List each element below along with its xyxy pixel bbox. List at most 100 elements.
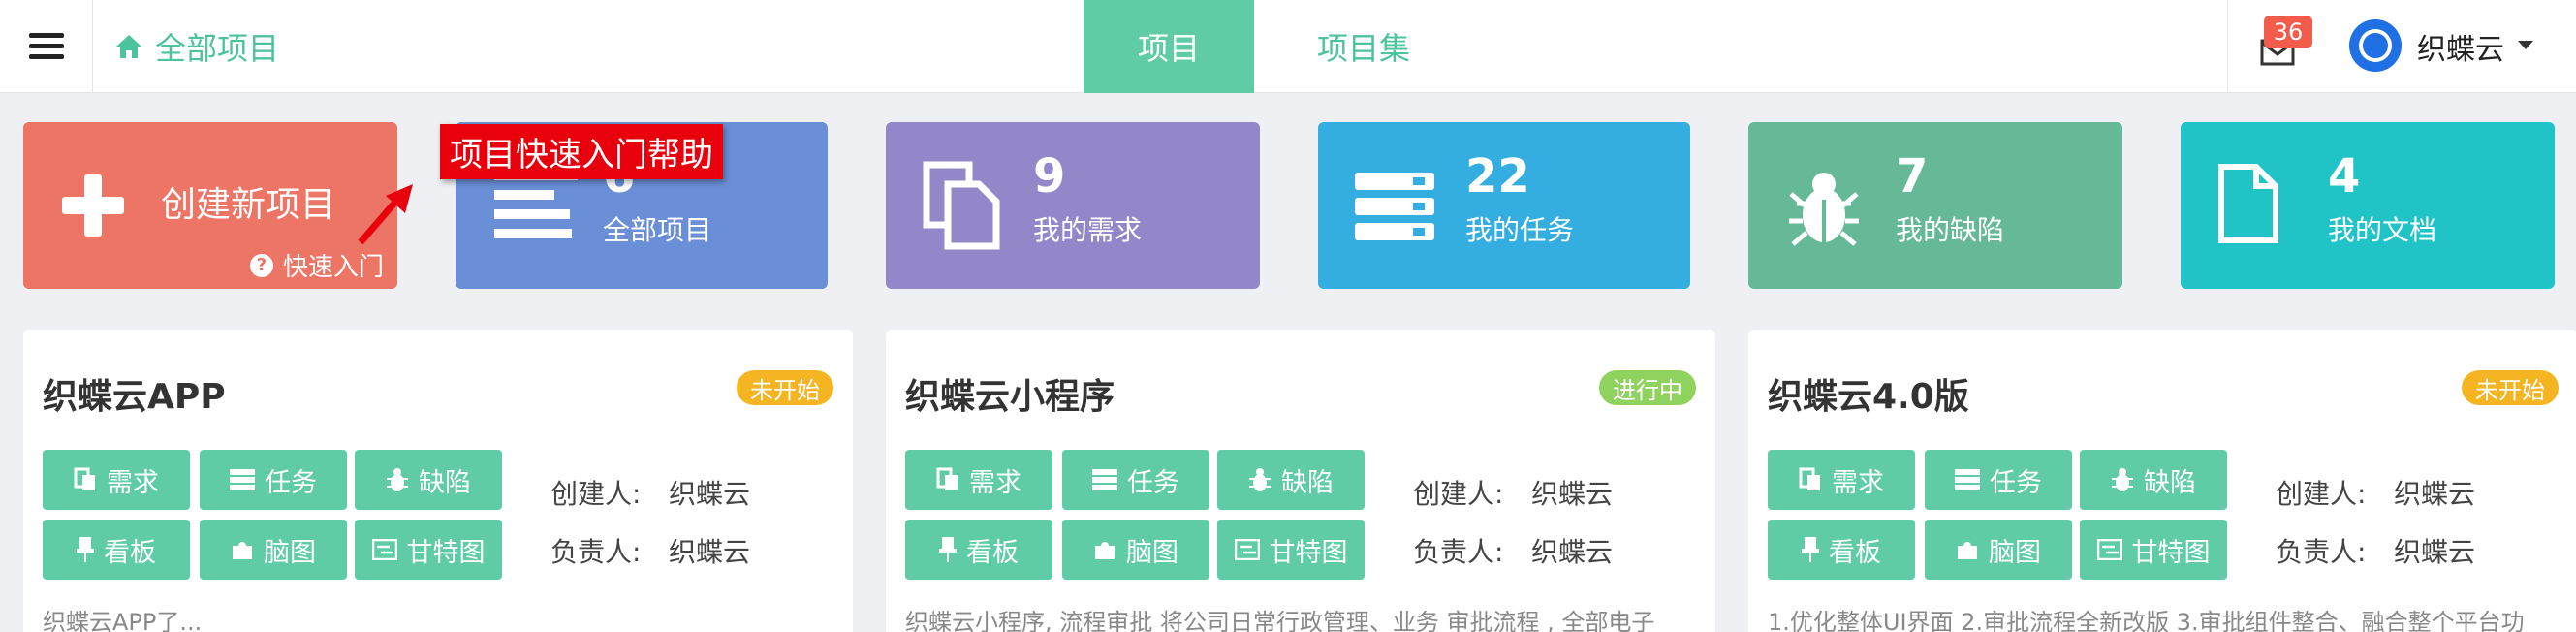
- defects-button[interactable]: 缺陷: [355, 450, 502, 510]
- arrow-icon: [358, 184, 413, 245]
- username[interactable]: 织蝶云: [2417, 0, 2504, 93]
- gantt-button[interactable]: 甘特图: [355, 520, 502, 580]
- my-requirements-count: 9: [1033, 149, 1066, 204]
- list-icon: [494, 171, 578, 238]
- top-bar: 全部项目 项目 项目集 36 织蝶云: [0, 0, 2576, 93]
- owner-label: 负责人:: [550, 536, 642, 568]
- tasks-button-label: 任务: [265, 467, 317, 498]
- requirements-button-label: 需求: [969, 467, 1021, 498]
- mail-count-badge[interactable]: 36: [2264, 16, 2312, 48]
- project-name[interactable]: 织蝶云APP: [43, 368, 226, 419]
- my-defects-count: 7: [1896, 149, 1929, 204]
- copy-icon: [936, 467, 958, 490]
- my-tasks-label: 我的任务: [1465, 214, 1575, 246]
- all-projects-label: 全部项目: [603, 214, 712, 246]
- creator-label: 创建人:: [2276, 478, 2367, 510]
- bug-icon: [1789, 173, 1859, 246]
- chevron-down-icon[interactable]: [2518, 41, 2533, 49]
- breadcrumb[interactable]: 全部项目: [114, 0, 279, 93]
- tasks-button[interactable]: 任务: [200, 450, 347, 510]
- plus-icon: [62, 174, 124, 237]
- gantt-icon: [1234, 539, 1260, 560]
- file-icon: [2218, 164, 2278, 243]
- tab-project-sets[interactable]: 项目集: [1254, 0, 1473, 93]
- tab-projects[interactable]: 项目: [1084, 0, 1254, 93]
- tasks-button-label: 任务: [1990, 467, 2042, 498]
- creator-row: 创建人: 织蝶云: [2276, 473, 2475, 512]
- tasks-button[interactable]: 任务: [1062, 450, 1209, 510]
- gantt-button[interactable]: 甘特图: [1217, 520, 1365, 580]
- defects-button[interactable]: 缺陷: [2080, 450, 2227, 510]
- requirements-button[interactable]: 需求: [43, 450, 190, 510]
- puzzle-icon: [233, 542, 252, 559]
- project-description: 织蝶云APP了...: [43, 609, 203, 632]
- board-button-label: 看板: [1829, 537, 1881, 568]
- project-description: 1.优化整体UI界面 2.审批流程全新改版 3.审批组件整合、融合整个平台功: [1768, 609, 2525, 632]
- bug-icon: [2112, 468, 2133, 491]
- board-button[interactable]: 看板: [905, 520, 1052, 580]
- status-badge: 进行中: [1599, 370, 1696, 405]
- tasks-button[interactable]: 任务: [1925, 450, 2072, 510]
- board-button[interactable]: 看板: [43, 520, 190, 580]
- defects-button-label: 缺陷: [419, 467, 471, 498]
- owner-value: 织蝶云: [2394, 536, 2476, 568]
- defects-button-label: 缺陷: [1281, 467, 1334, 498]
- my-docs-count: 4: [2328, 149, 2361, 204]
- gantt-button[interactable]: 甘特图: [2080, 520, 2227, 580]
- requirements-button-label: 需求: [1832, 467, 1884, 498]
- tasks-button-label: 任务: [1127, 467, 1179, 498]
- mindmap-button[interactable]: 脑图: [200, 520, 347, 580]
- help-tooltip: 项目快速入门帮助: [440, 124, 723, 179]
- quick-start-link[interactable]: ? 快速入门: [249, 247, 384, 283]
- my-requirements-label: 我的需求: [1033, 214, 1143, 246]
- project-description: 织蝶云小程序, 流程审批 将公司日常行政管理、业务 审批流程 , 全部电子: [905, 609, 1655, 632]
- help-icon: ?: [249, 253, 273, 277]
- gantt-button-label: 甘特图: [1269, 537, 1348, 568]
- project-name[interactable]: 织蝶云4.0版: [1768, 368, 1969, 419]
- mindmap-button-label: 脑图: [264, 537, 316, 568]
- project-card[interactable]: 织蝶云4.0版 未开始 需求 任务 缺陷 看板 脑图 甘特图 创建人: 织蝶云 负…: [1748, 330, 2576, 632]
- breadcrumb-label: 全部项目: [155, 30, 280, 67]
- owner-row: 负责人: 织蝶云: [2276, 531, 2475, 570]
- mindmap-button[interactable]: 脑图: [1062, 520, 1209, 580]
- my-docs-tile[interactable]: 4 我的文档: [2181, 122, 2555, 289]
- gantt-icon: [2096, 539, 2122, 560]
- my-defects-tile[interactable]: 7 我的缺陷: [1748, 122, 2122, 289]
- puzzle-icon: [1958, 542, 1977, 559]
- pin-icon: [939, 537, 957, 562]
- owner-value: 织蝶云: [669, 536, 751, 568]
- mindmap-button[interactable]: 脑图: [1925, 520, 2072, 580]
- gantt-button-label: 甘特图: [406, 537, 486, 568]
- mindmap-button-label: 脑图: [1989, 537, 2041, 568]
- creator-label: 创建人:: [550, 478, 642, 510]
- project-card[interactable]: 织蝶云小程序 进行中 需求 任务 缺陷 看板 脑图 甘特图 创建人: 织蝶云 负责…: [886, 330, 1715, 632]
- hamburger-menu-icon[interactable]: [0, 0, 93, 93]
- create-project-tile[interactable]: 创建新项目 ? 快速入门: [23, 122, 397, 289]
- copy-icon: [74, 467, 95, 490]
- board-button-label: 看板: [104, 537, 156, 568]
- bug-icon: [1249, 468, 1271, 491]
- my-tasks-tile[interactable]: 22 我的任务: [1318, 122, 1690, 289]
- server-icon: [1955, 469, 1980, 490]
- requirements-button[interactable]: 需求: [905, 450, 1052, 510]
- create-project-label: 创建新项目: [161, 185, 336, 225]
- status-badge: 未开始: [737, 370, 833, 405]
- avatar[interactable]: [2349, 19, 2402, 72]
- project-card[interactable]: 织蝶云APP 未开始 需求 任务 缺陷 看板 脑图 甘特图 创建人: 织蝶云 负责…: [23, 330, 853, 632]
- creator-value: 织蝶云: [1531, 478, 1614, 510]
- board-button[interactable]: 看板: [1768, 520, 1915, 580]
- requirements-button[interactable]: 需求: [1768, 450, 1915, 510]
- defects-button[interactable]: 缺陷: [1217, 450, 1365, 510]
- my-requirements-tile[interactable]: 9 我的需求: [886, 122, 1260, 289]
- creator-row: 创建人: 织蝶云: [1413, 473, 1613, 512]
- creator-label: 创建人:: [1413, 478, 1504, 510]
- my-tasks-count: 22: [1465, 149, 1530, 204]
- project-name[interactable]: 织蝶云小程序: [905, 368, 1115, 419]
- owner-row: 负责人: 织蝶云: [550, 531, 750, 570]
- server-icon: [1355, 173, 1434, 240]
- owner-row: 负责人: 织蝶云: [1413, 531, 1613, 570]
- status-badge: 未开始: [2462, 370, 2559, 405]
- owner-label: 负责人:: [1413, 536, 1504, 568]
- requirements-button-label: 需求: [107, 467, 159, 498]
- copy-icon: [1799, 467, 1820, 490]
